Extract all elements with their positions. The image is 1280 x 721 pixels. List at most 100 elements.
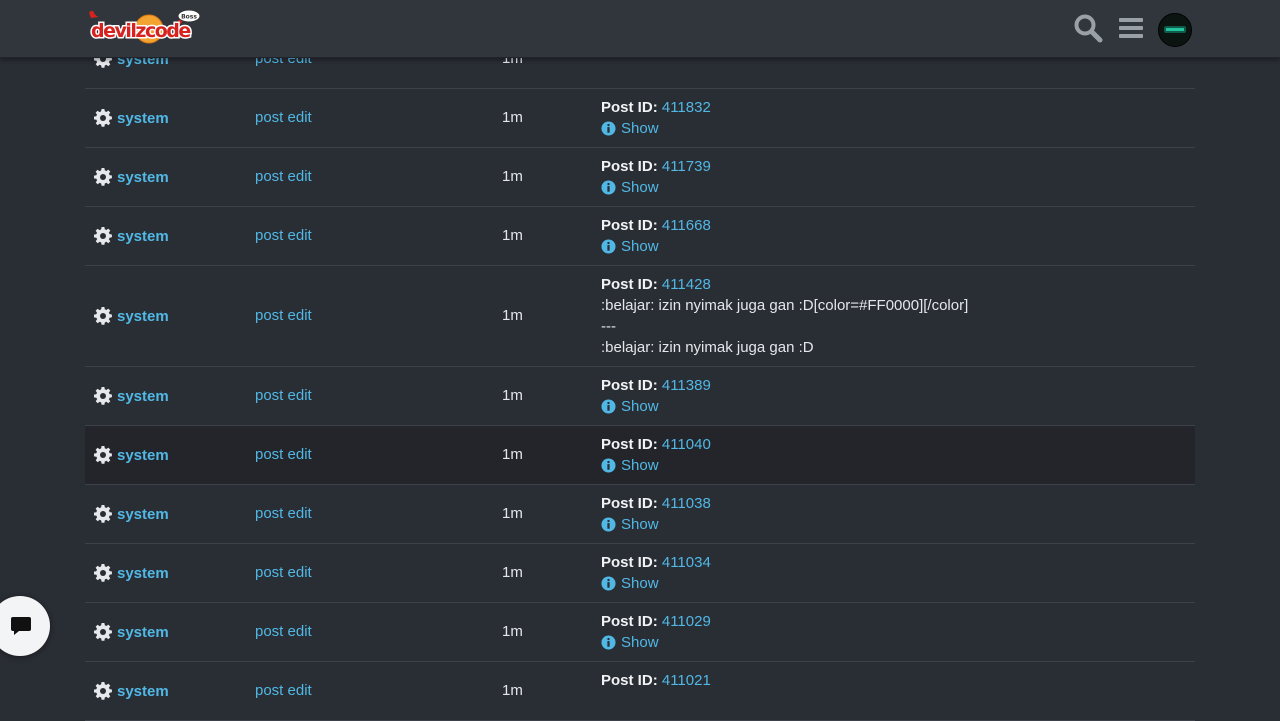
chat-icon — [11, 617, 31, 635]
log-details: Post ID: 411029 Show — [601, 611, 711, 656]
log-user-name: system — [117, 168, 169, 186]
log-action-link[interactable]: post edit — [255, 307, 312, 324]
gear-icon — [94, 307, 112, 325]
log-action-link[interactable]: post edit — [255, 682, 312, 699]
log-user-name: system — [117, 387, 169, 405]
log-row: system post edit 1m Post ID: 411668 Show — [85, 207, 1195, 266]
info-icon — [601, 458, 616, 473]
log-user-link[interactable]: system — [93, 108, 169, 128]
logo-text: devilzcode — [91, 20, 190, 42]
post-id-link[interactable]: 411832 — [662, 99, 711, 116]
log-row: system post edit 1m Post ID: 411428 :belajar… — [85, 266, 1195, 367]
post-id-line: Post ID: 411038 — [601, 493, 711, 514]
edit-separator: --- — [601, 318, 616, 335]
log-user-link[interactable]: system — [93, 563, 169, 583]
log-user-link[interactable]: system — [93, 167, 169, 187]
log-action-link[interactable]: post edit — [255, 564, 312, 581]
post-id-link[interactable]: 411038 — [662, 495, 711, 512]
log-action-link[interactable]: post edit — [255, 109, 312, 126]
post-id-colon: : — [652, 672, 662, 689]
edit-old-text: :belajar: izin nyimak juga gan :D[color=… — [601, 297, 969, 314]
post-id-colon: : — [652, 158, 662, 175]
log-user-link[interactable]: system — [93, 622, 169, 642]
post-id-link[interactable]: 411389 — [662, 377, 711, 394]
post-id-colon: : — [652, 613, 662, 630]
post-id-link[interactable]: 411739 — [662, 158, 711, 175]
log-row: system post edit 1m Post ID: 411034 Show — [85, 544, 1195, 603]
log-time: 1m — [502, 623, 523, 640]
post-id-link[interactable]: 411021 — [662, 672, 711, 689]
show-details-link[interactable]: Show — [601, 177, 659, 198]
post-id-line: Post ID: 411428 — [601, 274, 968, 295]
chat-button[interactable] — [0, 596, 50, 656]
show-details-link[interactable]: Show — [601, 396, 659, 417]
log-user-link[interactable]: system — [93, 386, 169, 406]
post-id-link[interactable]: 411040 — [662, 436, 711, 453]
log-user-name: system — [117, 564, 169, 582]
show-label: Show — [621, 398, 659, 415]
post-id-label: Post ID — [601, 613, 653, 630]
log-user-link[interactable]: system — [93, 226, 169, 246]
info-icon — [601, 517, 616, 532]
gear-icon — [94, 168, 112, 186]
info-icon — [601, 399, 616, 414]
log-user-link[interactable]: system — [93, 445, 169, 465]
show-details-link[interactable]: Show — [601, 236, 659, 257]
post-id-colon: : — [652, 554, 662, 571]
log-time: 1m — [502, 682, 523, 699]
post-id-line: Post ID: 411668 — [601, 215, 711, 236]
log-time: 1m — [502, 307, 523, 324]
user-avatar[interactable] — [1158, 13, 1192, 47]
log-action-link[interactable]: post edit — [255, 623, 312, 640]
log-user-name: system — [117, 682, 169, 700]
show-label: Show — [621, 634, 659, 651]
search-icon[interactable] — [1073, 13, 1103, 43]
post-id-label: Post ID — [601, 436, 653, 453]
post-id-label: Post ID — [601, 158, 653, 175]
post-id-colon: : — [652, 377, 662, 394]
logo-badge: Boss — [181, 14, 197, 21]
info-icon — [601, 576, 616, 591]
show-details-link[interactable]: Show — [601, 573, 659, 594]
post-id-line: Post ID: 411832 — [601, 97, 711, 118]
log-action-link[interactable]: post edit — [255, 505, 312, 522]
log-user-name: system — [117, 623, 169, 641]
gear-icon — [94, 682, 112, 700]
post-id-label: Post ID — [601, 217, 653, 234]
log-action-link[interactable]: post edit — [255, 168, 312, 185]
log-action-link[interactable]: post edit — [255, 227, 312, 244]
post-id-link[interactable]: 411668 — [662, 217, 711, 234]
show-details-link[interactable]: Show — [601, 118, 659, 139]
show-label: Show — [621, 120, 659, 137]
post-id-colon: : — [652, 217, 662, 234]
post-id-link[interactable]: 411029 — [662, 613, 711, 630]
gear-icon — [94, 227, 112, 245]
log-details: Post ID: 411021 — [601, 670, 711, 691]
hamburger-menu-icon[interactable] — [1116, 13, 1146, 43]
info-icon — [601, 239, 616, 254]
log-time: 1m — [502, 168, 523, 185]
log-user-link[interactable]: system — [93, 681, 169, 701]
log-row: system post edit 1m Post ID: 411040 Show — [85, 426, 1195, 485]
info-icon — [601, 180, 616, 195]
site-logo[interactable]: devilzcode Boss — [85, 8, 203, 50]
post-id-label: Post ID — [601, 495, 653, 512]
show-label: Show — [621, 457, 659, 474]
log-user-link[interactable]: system — [93, 306, 169, 326]
site-header: devilzcode Boss — [0, 0, 1280, 58]
log-action-link[interactable]: post edit — [255, 446, 312, 463]
show-details-link[interactable]: Show — [601, 632, 659, 653]
post-id-link[interactable]: 411034 — [662, 554, 711, 571]
post-id-link[interactable]: 411428 — [662, 276, 711, 293]
log-time: 1m — [502, 227, 523, 244]
show-details-link[interactable]: Show — [601, 514, 659, 535]
log-action-link[interactable]: post edit — [255, 387, 312, 404]
log-user-link[interactable]: system — [93, 504, 169, 524]
log-details: Post ID: 411040 Show — [601, 434, 711, 479]
show-details-link[interactable]: Show — [601, 455, 659, 476]
post-id-colon: : — [652, 99, 662, 116]
post-id-line: Post ID: 411389 — [601, 375, 711, 396]
post-id-colon: : — [652, 276, 662, 293]
log-time: 1m — [502, 109, 523, 126]
post-id-colon: : — [652, 495, 662, 512]
